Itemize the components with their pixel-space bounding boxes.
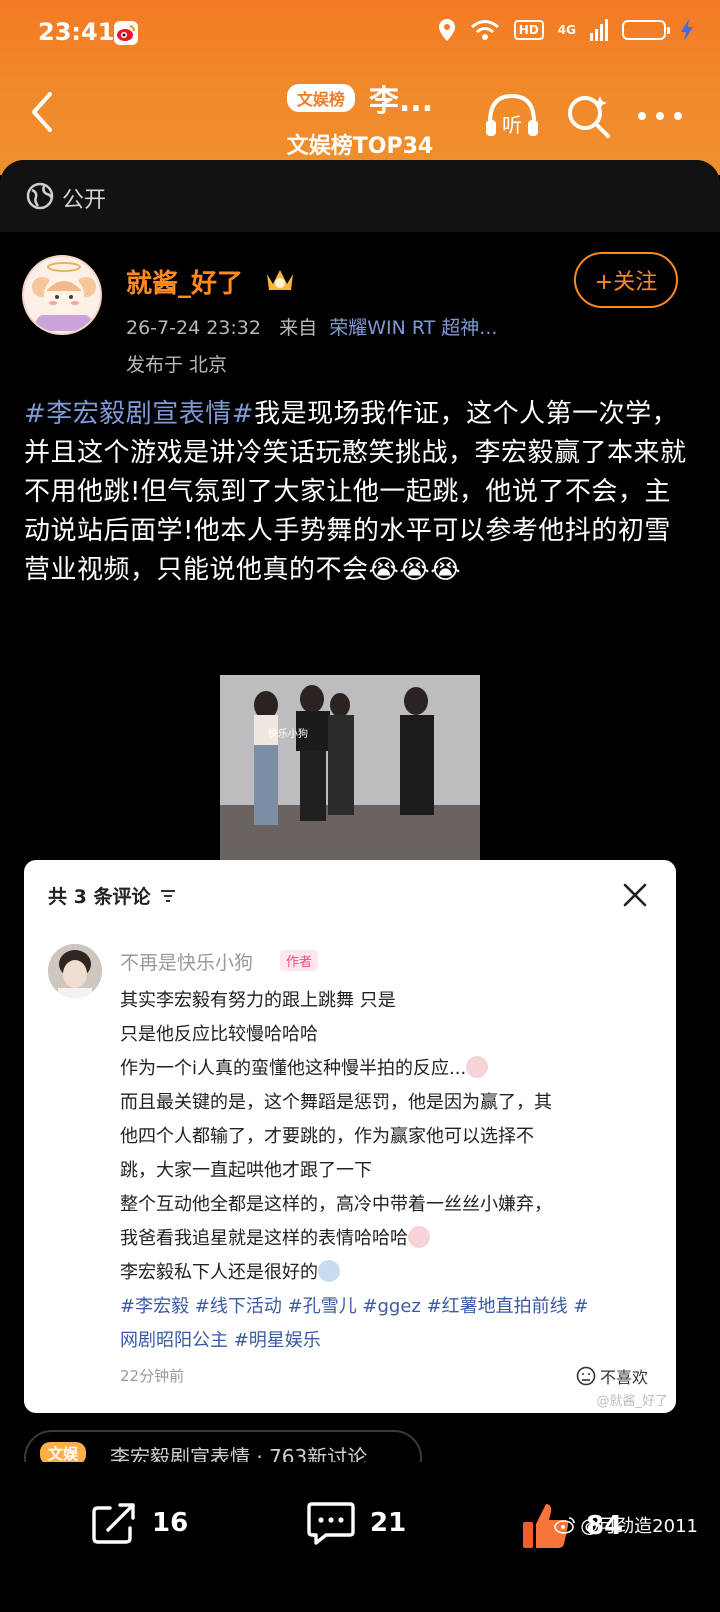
device-name[interactable]: 荣耀WIN RT 超神... (329, 317, 497, 339)
signal-icon (590, 19, 608, 41)
search-icon[interactable] (564, 92, 612, 140)
hd-indicator: HD (513, 20, 544, 40)
comment-button[interactable]: 21 (306, 1500, 406, 1546)
sort-icon[interactable] (161, 890, 176, 902)
post-hashtag[interactable]: #李宏毅剧宣表情# (24, 399, 254, 429)
rank-subtitle: 文娱榜TOP34 (286, 134, 434, 159)
comment-line: 跳，大家一直起哄他才跟了一下 (120, 1160, 372, 1181)
post-date: 26-7-24 23:32 (126, 317, 261, 339)
from-prefix: 来自 (279, 317, 318, 339)
comment-card: 共 3 条评论 不再是快乐小狗 作者 其实李宏毅有努力的跟上跳舞 只是 只是他反… (24, 860, 676, 1413)
header-area: 23:41 HD 4G 文娱榜 李... 文娱榜TOP34 听 (0, 0, 720, 175)
back-icon[interactable] (26, 88, 56, 136)
follow-button[interactable]: +关注 (574, 252, 678, 308)
comment-time: 22分钟前 (120, 1367, 185, 1385)
page-watermark: @可劲造2011 (554, 1512, 698, 1538)
comment-line-with-emoji: 作为一个i人真的蛮懂他这种慢半拍的反应... (120, 1052, 660, 1086)
comment-line-with-emoji: 我爸看我追星就是这样的表情哈哈哈 (120, 1222, 660, 1256)
wifi-icon (470, 20, 499, 40)
post-meta: 26-7-24 23:32 来自 荣耀WIN RT 超神... (126, 313, 497, 340)
visibility-label: 公开 (62, 188, 107, 213)
tears-emoji-icon (318, 1260, 340, 1282)
comment-line: 我爸看我追星就是这样的表情哈哈哈 (120, 1228, 408, 1249)
nav-title-group[interactable]: 文娱榜 李... 文娱榜TOP34 (240, 76, 480, 160)
commenter-avatar[interactable] (48, 944, 102, 998)
comment-line: 作为一个i人真的蛮懂他这种慢半拍的反应... (120, 1058, 467, 1079)
comment-icon (307, 1502, 355, 1545)
comment-body: 其实李宏毅有努力的跟上跳舞 只是 只是他反应比较慢哈哈哈 作为一个i人真的蛮懂他… (120, 984, 660, 1358)
comment-tags-line-2[interactable]: 网剧昭阳公主 #明星娱乐 (120, 1324, 660, 1358)
commenter-name[interactable]: 不再是快乐小狗 (120, 948, 253, 975)
more-icon[interactable] (632, 92, 688, 140)
crying-emoji-icon (408, 1226, 430, 1248)
dislike-face-icon (576, 1366, 596, 1386)
username[interactable]: 就酱_好了 (126, 263, 243, 300)
comment-line: 他四个人都输了，才要跳的，作为赢家他可以选择不 (120, 1126, 534, 1147)
video-thumbnail[interactable]: 快乐小狗 (220, 675, 480, 865)
crying-emoji-icon (466, 1056, 489, 1078)
follow-label: +关注 (594, 270, 658, 295)
close-icon[interactable] (622, 882, 648, 908)
comment-line: 而且最关键的是，这个舞蹈是惩罚，他是因为赢了，其 (120, 1092, 552, 1113)
card-watermark: @就酱_好了 (596, 1394, 668, 1409)
comment-line: 其实李宏毅有努力的跟上跳舞 只是 (120, 990, 396, 1011)
status-bar: 23:41 HD 4G (0, 0, 720, 62)
charging-icon (681, 19, 693, 41)
avatar-illustration (32, 262, 96, 331)
author-badge: 作者 (280, 950, 319, 971)
video-frame: 快乐小狗 (220, 675, 480, 865)
crown-badge-icon (267, 270, 293, 290)
comment-line: 整个互动他全都是这样的，高冷中带着一丝丝小嫌弃， (120, 1194, 552, 1215)
weibo-logo-icon (554, 1517, 575, 1534)
dislike-label: 不喜欢 (599, 1368, 648, 1387)
listen-label: 听 (502, 113, 522, 137)
globe-icon (26, 182, 54, 210)
comment-count-header: 共 3 条评论 (48, 882, 176, 909)
comment-line: 李宏毅私下人还是很好的 (120, 1262, 318, 1283)
location-icon (438, 19, 455, 41)
signal-label: 4G (557, 23, 576, 37)
post-text: #李宏毅剧宣表情#我是现场我作证，这个人第一次学，并且这个游戏是讲冷笑话玩憨笑挑… (24, 395, 696, 590)
comment-count: 21 (370, 1508, 407, 1538)
watermark-text: @可劲造2011 (580, 1516, 698, 1537)
dislike-button[interactable]: 不喜欢 (576, 1364, 648, 1388)
avatar[interactable] (22, 255, 102, 335)
commenter-photo (48, 944, 102, 998)
share-icon (92, 1503, 135, 1544)
comment-tags-line-1[interactable]: #李宏毅 #线下活动 #孔雪儿 #ggez #红薯地直拍前线 # (120, 1290, 660, 1324)
listen-icon[interactable]: 听 (484, 92, 540, 142)
video-caption: 快乐小狗 (268, 727, 308, 740)
post-location: 发布于 北京 (126, 354, 228, 376)
content-panel: 公开 就酱_好了 26-7-24 23:32 来自 荣耀WIN RT 超神...… (0, 160, 720, 1612)
share-button[interactable]: 16 (90, 1500, 188, 1546)
battery-icon (622, 20, 670, 40)
post-emoji: 😭😭😭 (368, 555, 462, 585)
visibility-bar: 公开 (0, 160, 720, 232)
category-pill: 文娱榜 (286, 84, 355, 112)
status-icons: HD 4G (438, 18, 694, 42)
weibo-icon (114, 21, 138, 45)
comment-line-with-emoji: 李宏毅私下人还是很好的 (120, 1256, 660, 1290)
comment-line: 只是他反应比较慢哈哈哈 (120, 1024, 318, 1045)
comment-count-label: 共 3 条评论 (48, 886, 151, 908)
nav-bar: 文娱榜 李... 文娱榜TOP34 听 (0, 62, 720, 172)
page-title: 李... (368, 84, 434, 119)
status-time: 23:41 (38, 18, 115, 46)
share-count: 16 (152, 1508, 189, 1538)
